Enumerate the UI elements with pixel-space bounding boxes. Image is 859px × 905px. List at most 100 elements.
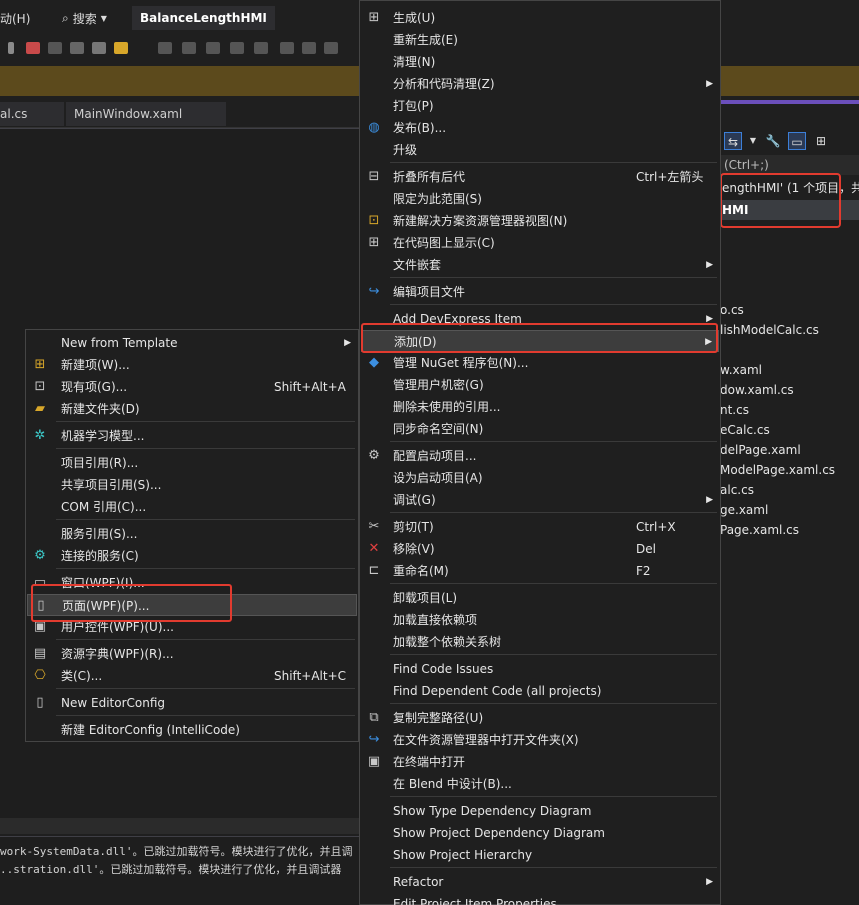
menu-item-blend-b[interactable]: 在 Blend 中设计(B)... xyxy=(361,773,719,795)
menu-item-e[interactable]: 重新生成(E) xyxy=(361,29,719,51)
menu-separator xyxy=(390,654,717,655)
toolbar-icon[interactable] xyxy=(206,42,220,54)
toolbar-icon[interactable] xyxy=(92,42,106,54)
menu-item-label: 页面(WPF)(P)... xyxy=(62,599,150,613)
menu-item-n[interactable]: 同步命名空间(N) xyxy=(361,418,719,440)
code-map-icon[interactable]: ⊞ xyxy=(812,132,830,150)
menu-item-wpf-p[interactable]: ▯ 页面(WPF)(P)... xyxy=(27,594,357,616)
menu-item-find-dependent-code-all-projects[interactable]: Find Dependent Code (all projects) xyxy=(361,680,719,702)
help-menu[interactable]: 动(H) xyxy=(0,10,30,27)
menu-item-u[interactable]: ⧉ 复制完整路径(U) xyxy=(361,707,719,729)
menu-item-n[interactable]: 清理(N) xyxy=(361,51,719,73)
menu-item-x[interactable]: ↪ 在文件资源管理器中打开文件夹(X) xyxy=(361,729,719,751)
solution-file-item[interactable]: ge.xaml xyxy=(720,500,768,520)
toolbar-icon[interactable] xyxy=(8,42,14,54)
menu-item-t[interactable]: ✂ 剪切(T) Ctrl+X xyxy=(361,516,719,538)
solution-file-item[interactable]: alc.cs xyxy=(720,480,754,500)
menu-item-s[interactable]: 服务引用(S)... xyxy=(27,523,357,545)
menu-item-com-c[interactable]: COM 引用(C)... xyxy=(27,496,357,518)
menu-item-nuget-n[interactable]: ◆ 管理 NuGet 程序包(N)... xyxy=(361,352,719,374)
menu-item-item-17[interactable]: 删除未使用的引用... xyxy=(361,396,719,418)
menu-item-p[interactable]: 打包(P) xyxy=(361,95,719,117)
wrench-icon[interactable]: 🔧 xyxy=(764,132,782,150)
sync-view-icon[interactable]: ⇆ xyxy=(724,132,742,150)
solution-file-item[interactable]: Page.xaml.cs xyxy=(720,520,799,540)
menu-item-editorconfig-intellicode[interactable]: 新建 EditorConfig (IntelliCode) xyxy=(27,719,357,741)
menu-item-item-7[interactable]: ⊟ 折叠所有后代 Ctrl+左箭头 xyxy=(361,166,719,188)
menu-item-wpf-r[interactable]: ▤ 资源字典(WPF)(R)... xyxy=(27,643,357,665)
menu-item-c[interactable]: ⊞ 在代码图上显示(C) xyxy=(361,232,719,254)
menu-item-new-editorconfig[interactable]: ▯ New EditorConfig xyxy=(27,692,357,714)
tab-cs-file[interactable]: al.cs xyxy=(0,102,64,126)
menu-item-item-26[interactable]: 加载直接依赖项 xyxy=(361,609,719,631)
solution-file-item[interactable]: nt.cs xyxy=(720,400,749,420)
menu-item-wpf-u[interactable]: ▣ 用户控件(WPF)(U)... xyxy=(27,616,357,638)
menu-item-g[interactable]: 调试(G) ▶ xyxy=(361,489,719,511)
menu-item-w[interactable]: ⊞ 新建项(W)... xyxy=(27,354,357,376)
menu-item-show-project-dependency-diagram[interactable]: Show Project Dependency Diagram xyxy=(361,822,719,844)
menu-item-s[interactable]: 共享项目引用(S)... xyxy=(27,474,357,496)
solution-file-item[interactable]: dow.xaml.cs xyxy=(720,380,794,400)
preview-icon[interactable]: ▭ xyxy=(788,132,806,150)
toolbar-icon[interactable] xyxy=(230,42,244,54)
menu-item-g[interactable]: 管理用户机密(G) xyxy=(361,374,719,396)
menu-item-label: 新建文件夹(D) xyxy=(61,402,140,416)
menu-item-c[interactable]: ⎔ 类(C)... Shift+Alt+C xyxy=(27,665,357,687)
menu-item-l[interactable]: 卸载项目(L) xyxy=(361,587,719,609)
toolbar-icon[interactable] xyxy=(70,42,84,54)
menu-item-d[interactable]: 添加(D) ▶ xyxy=(361,330,719,352)
menu-item-item-6[interactable]: 升级 xyxy=(361,139,719,161)
rename-icon: ⊏ xyxy=(368,563,380,578)
solution-file-item[interactable]: o.cs xyxy=(720,300,744,320)
menu-item-item-19[interactable]: ⚙ 配置启动项目... xyxy=(361,445,719,467)
toolbar-icon[interactable] xyxy=(302,42,316,54)
menu-item-r[interactable]: 项目引用(R)... xyxy=(27,452,357,474)
menu-item-b[interactable]: ◍ 发布(B)... xyxy=(361,117,719,139)
menu-item-g[interactable]: ⊡ 现有项(G)... Shift+Alt+A xyxy=(27,376,357,398)
toolbar-icon[interactable] xyxy=(324,42,338,54)
menu-item-show-type-dependency-diagram[interactable]: Show Type Dependency Diagram xyxy=(361,800,719,822)
menu-item-s[interactable]: 限定为此范围(S) xyxy=(361,188,719,210)
menu-item-item-32[interactable]: ▣ 在终端中打开 xyxy=(361,751,719,773)
menu-item-new-from-template[interactable]: New from Template ▶ xyxy=(27,332,357,354)
menu-item-v[interactable]: ✕ 移除(V) Del xyxy=(361,538,719,560)
menu-item-show-project-hierarchy[interactable]: Show Project Hierarchy xyxy=(361,844,719,866)
menu-item-u[interactable]: ⊞ 生成(U) xyxy=(361,7,719,29)
toolbar-icon[interactable] xyxy=(158,42,172,54)
search-menu[interactable]: ⌕ 搜索 ▼ xyxy=(56,8,113,28)
menu-item-c[interactable]: ⚙ 连接的服务(C) xyxy=(27,545,357,567)
menu-item-find-code-issues[interactable]: Find Code Issues xyxy=(361,658,719,680)
chevron-down-icon[interactable]: ▼ xyxy=(744,132,762,150)
toolbar-icon[interactable] xyxy=(26,42,40,54)
toolbar-icon[interactable] xyxy=(48,42,62,54)
menu-item-label: Show Project Dependency Diagram xyxy=(393,826,605,840)
menu-item-item-11[interactable]: 文件嵌套 ▶ xyxy=(361,254,719,276)
menu-item-add-devexpress-item[interactable]: Add DevExpress Item ▶ xyxy=(361,308,719,330)
toolbar-icon[interactable] xyxy=(280,42,294,54)
menu-item-edit-project-item-properties[interactable]: Edit Project Item Properties xyxy=(361,893,719,905)
toolbar-icon[interactable] xyxy=(254,42,268,54)
menu-item-wpf-i[interactable]: ▭ 窗口(WPF)(I)... xyxy=(27,572,357,594)
solution-file-item[interactable]: delPage.xaml xyxy=(720,440,801,460)
horizontal-scrollbar[interactable] xyxy=(0,818,360,834)
menu-item-z[interactable]: 分析和代码清理(Z) ▶ xyxy=(361,73,719,95)
tab-mainwindow-xaml[interactable]: MainWindow.xaml xyxy=(66,102,226,126)
toolbar-icon[interactable] xyxy=(182,42,196,54)
menu-item-a[interactable]: 设为启动项目(A) xyxy=(361,467,719,489)
solution-file-item[interactable]: eCalc.cs xyxy=(720,420,770,440)
panel-accent-bar xyxy=(720,100,859,104)
solution-search-input[interactable]: (Ctrl+;) xyxy=(720,155,859,175)
menu-item-refactor[interactable]: Refactor ▶ xyxy=(361,871,719,893)
solution-file-item[interactable]: w.xaml xyxy=(720,360,762,380)
menu-item-n[interactable]: ⊡ 新建解决方案资源管理器视图(N) xyxy=(361,210,719,232)
menu-item-d[interactable]: ▰ 新建文件夹(D) xyxy=(27,398,357,420)
toolbar-icon[interactable] xyxy=(114,42,128,54)
menu-item-label: 分析和代码清理(Z) xyxy=(393,77,495,91)
shortcut-label: Del xyxy=(636,542,656,556)
menu-item-item-27[interactable]: 加载整个依赖关系树 xyxy=(361,631,719,653)
menu-item-item-4[interactable]: ✲ 机器学习模型... xyxy=(27,425,357,447)
menu-item-item-12[interactable]: ↪ 编辑项目文件 xyxy=(361,281,719,303)
solution-file-item[interactable]: lishModelCalc.cs xyxy=(720,320,819,340)
menu-item-m[interactable]: ⊏ 重命名(M) F2 xyxy=(361,560,719,582)
solution-file-item[interactable]: ModelPage.xaml.cs xyxy=(720,460,835,480)
